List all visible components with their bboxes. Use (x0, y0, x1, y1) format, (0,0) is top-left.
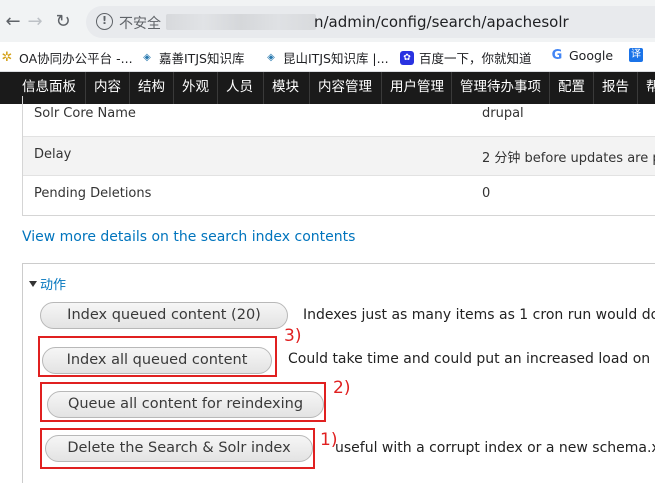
table-cell-value: 0 (482, 186, 491, 201)
bookmark-item[interactable]: ◈ 昆山ITJS知识库 |... (264, 48, 389, 67)
annotation-label: 3) (284, 326, 302, 346)
bookmarks-bar: ✲ OA协同办公平台 -... ◈ 嘉善ITJS知识库 ◈ 昆山ITJS知识库 … (0, 42, 655, 72)
button-description: Indexes just as many items as 1 cron run… (303, 307, 655, 323)
button-description: useful with a corrupt index or a new sch… (335, 440, 655, 456)
warning-icon[interactable]: ! (96, 13, 113, 30)
bookmark-label: 嘉善ITJS知识库 (159, 51, 245, 66)
table-cell-key: Pending Deletions (34, 186, 152, 201)
url-path: n/admin/config/search/apachesolr (314, 13, 569, 31)
button-description: Could take time and could put an increas… (288, 351, 655, 367)
collapse-triangle-icon (29, 280, 37, 287)
baidu-icon: ✿ (400, 50, 414, 65)
annotation-box (38, 336, 277, 377)
bookmark-item[interactable]: ✿ 百度一下，你就知道 (400, 48, 532, 67)
index-status-table: Solr Core Name drupal Delay 2 分钟 before … (22, 96, 655, 216)
forward-icon[interactable]: → (22, 9, 48, 35)
table-row: Solr Core Name drupal (23, 96, 655, 135)
google-icon: G (551, 47, 563, 63)
view-details-link[interactable]: View more details on the search index co… (22, 229, 355, 245)
insecure-label: 不安全 (119, 16, 161, 32)
annotation-box (40, 428, 315, 469)
site-icon: ◈ (143, 51, 151, 63)
annotation-label: 2) (333, 378, 351, 398)
bookmark-label: OA协同办公平台 -... (19, 51, 133, 66)
reload-icon[interactable]: ↻ (50, 9, 76, 35)
annotation-box (40, 382, 326, 422)
table-cell-key: Delay (34, 147, 72, 162)
table-cell-value: drupal (482, 106, 524, 121)
bookmark-label: 百度一下，你就知道 (419, 51, 532, 66)
table-cell-value: 2 分钟 before updates are p (482, 151, 655, 166)
annotation-label: 1) (320, 430, 338, 450)
tool-icon: ✲ (1, 49, 13, 65)
actions-legend-label: 动作 (40, 278, 67, 293)
bookmark-item[interactable]: ◈ 嘉善ITJS知识库 (140, 48, 244, 67)
bookmark-item[interactable]: 译 (629, 48, 648, 62)
bookmark-label: Google (569, 48, 614, 63)
bookmark-item[interactable]: ✲ OA协同办公平台 -... (0, 48, 133, 67)
url-field[interactable]: ! 不安全 n/admin/config/search/apachesolr (86, 6, 655, 38)
table-row: Pending Deletions 0 (23, 175, 655, 214)
site-icon: ◈ (267, 51, 275, 63)
browser-address-bar: ← → ↻ ! 不安全 n/admin/config/search/apache… (0, 0, 655, 42)
actions-legend[interactable]: 动作 (29, 274, 66, 293)
translate-icon: 译 (629, 48, 643, 62)
bookmark-item[interactable]: G Google (550, 48, 613, 63)
index-queued-button[interactable]: Index queued content (20) (40, 302, 288, 329)
table-row: Delay 2 分钟 before updates are p (23, 136, 655, 175)
bookmark-label: 昆山ITJS知识库 |... (283, 51, 389, 66)
url-host-redacted (166, 14, 316, 30)
table-cell-key: Solr Core Name (34, 106, 136, 121)
